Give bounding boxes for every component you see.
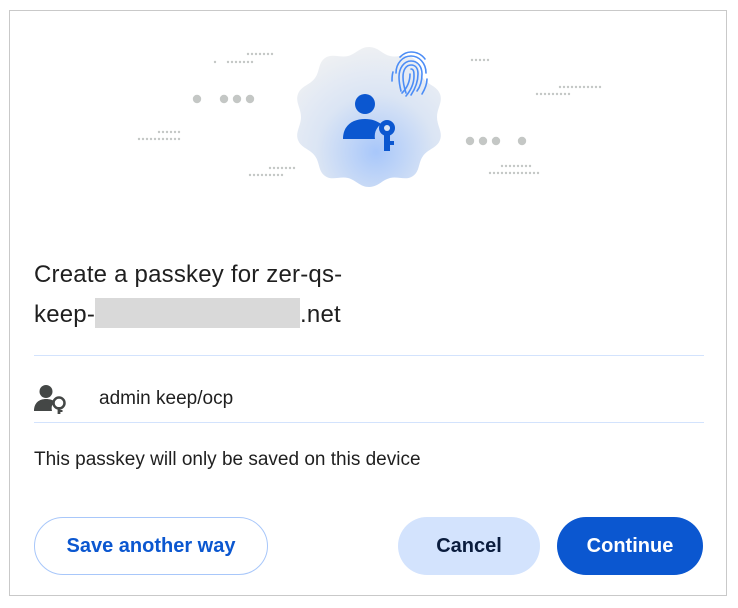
passkey-badge — [297, 47, 441, 187]
account-name: admin keep/ocp — [99, 388, 234, 409]
passkey-illustration — [137, 47, 602, 187]
person-key-icon — [34, 382, 74, 416]
continue-button[interactable]: Continue — [557, 517, 703, 575]
save-another-way-button[interactable]: Save another way — [34, 517, 268, 575]
passkey-dialog: Create a passkey for zer-qs- keep- .net a… — [9, 10, 727, 596]
title-suffix: .net — [300, 301, 341, 328]
page-title: Create a passkey for zer-qs- keep- .net — [34, 255, 454, 335]
decorative-dots-right — [465, 58, 602, 175]
redacted-domain — [95, 298, 301, 328]
decorative-dots-left — [137, 52, 296, 177]
divider-bottom — [34, 422, 704, 423]
cancel-button[interactable]: Cancel — [398, 517, 540, 575]
device-only-note: This passkey will only be saved on this … — [34, 449, 421, 470]
divider-top — [34, 355, 704, 356]
